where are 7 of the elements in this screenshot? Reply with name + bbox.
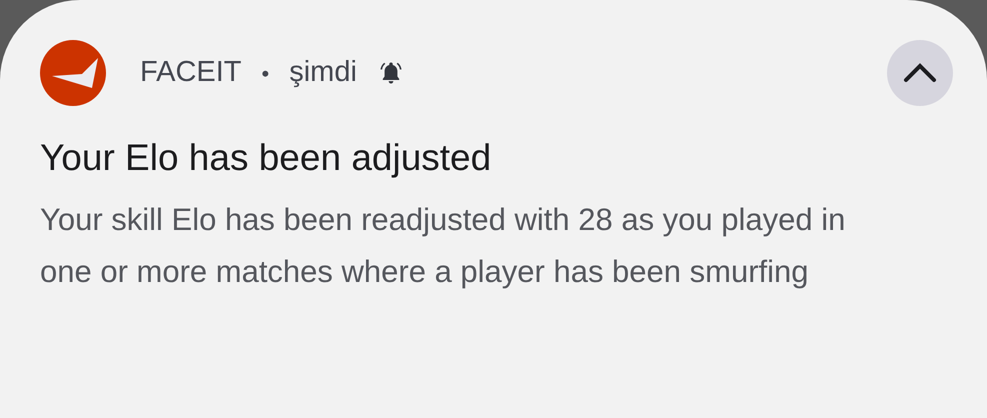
app-name: FACEIT xyxy=(140,55,242,90)
notification-time: şimdi xyxy=(289,55,357,90)
chevron-up-icon xyxy=(903,63,937,83)
separator-dot: • xyxy=(262,60,270,88)
notification-body: Your skill Elo has been readjusted with 28 as you played in one or more matches where a player has been smurfing xyxy=(40,201,846,291)
notification-title: Your Elo has been adjusted xyxy=(40,136,492,180)
app-logo-icon xyxy=(40,40,106,106)
